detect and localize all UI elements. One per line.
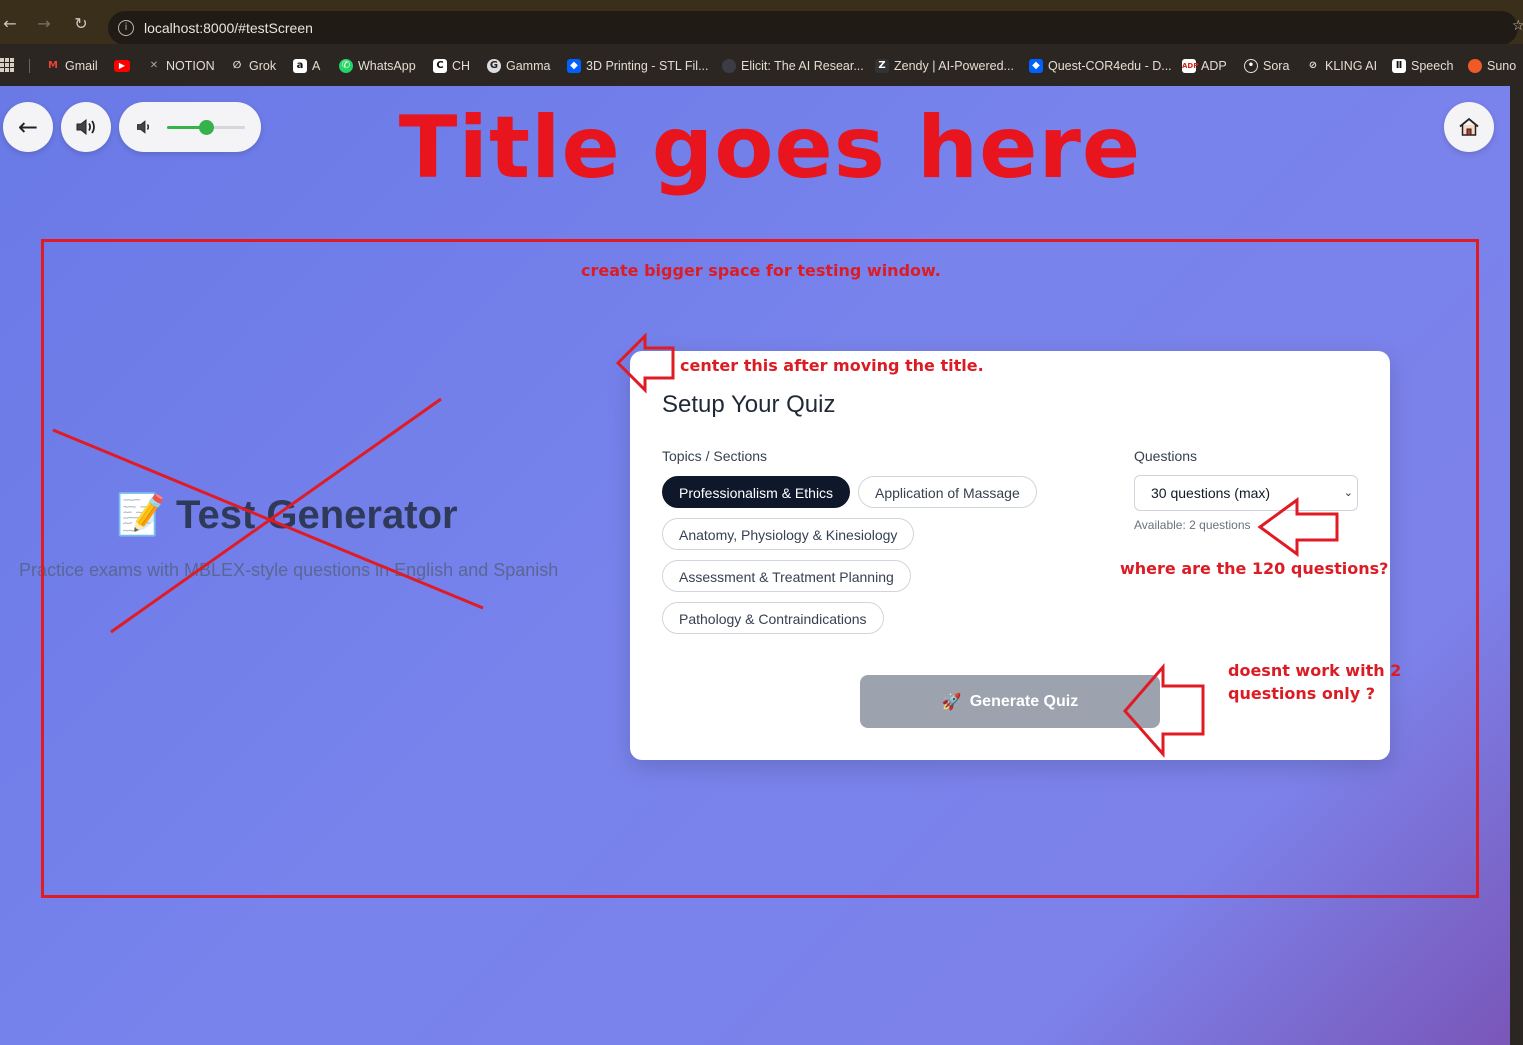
page-title: Title goes here [398,98,1142,198]
bookmark-label: NOTION [166,59,215,73]
suno-icon [1468,59,1482,73]
browser-forward-icon[interactable]: → [34,14,54,34]
annotation-generate-line2: questions only ? [1228,684,1375,703]
bookmark-amazon[interactable]: aA [293,57,320,75]
zendy-icon: Z [875,59,889,73]
bookmark-label: Quest-COR4edu - D... [1048,59,1172,73]
bookmark-label: Sora [1263,59,1290,73]
bookmark-label: 3D Printing - STL Fil... [586,59,709,73]
gmail-icon: M [48,60,58,71]
reload-icon[interactable]: ↻ [71,14,91,34]
grok-icon: ∅ [232,60,242,71]
browser-back-icon[interactable]: ← [0,14,20,34]
bookmark-notion[interactable]: ✕ NOTION [147,57,215,75]
bookmark-speech[interactable]: Ⅱ Speech [1392,57,1453,75]
sora-icon: • [1244,59,1258,73]
annotation-questions: where are the 120 questions? [1120,559,1389,578]
elicit-icon [722,59,736,73]
bookmark-3d-printing[interactable]: ◆ 3D Printing - STL Fil... [567,57,709,75]
bookmark-label: Suno [1487,59,1517,73]
bookmark-sora[interactable]: • Sora [1244,57,1289,75]
ch-icon: C [433,59,447,73]
bookmark-label: WhatsApp [358,59,416,73]
bookmark-whatsapp[interactable]: ✆ WhatsApp [339,57,416,75]
url-text: localhost:8000/#testScreen [144,20,313,36]
dropbox-icon: ◆ [567,59,581,73]
bookmarks-bar: M Gmail ▶ ✕ NOTION ∅ Grok aA ✆ WhatsApp C CH … [0,44,1523,86]
bookmark-gamma[interactable]: G Gamma [487,57,550,75]
amazon-icon: a [293,59,307,73]
scrollbar[interactable] [1510,86,1523,1045]
bookmark-kling[interactable]: ⊘ KLING AI [1306,57,1377,75]
speech-icon: Ⅱ [1392,59,1406,73]
browser-toolbar: ← → ↻ i localhost:8000/#testScreen ☆ [0,0,1523,45]
bookmark-youtube[interactable]: ▶ [114,57,130,75]
bookmark-adp[interactable]: ADP ADP [1182,57,1227,75]
kling-icon: ⊘ [1308,60,1318,71]
bookmark-label: Gamma [506,59,551,73]
bookmark-label: KLING AI [1325,59,1378,73]
adp-icon: ADP [1182,59,1198,73]
bookmark-star-icon[interactable]: ☆ [1512,18,1523,34]
notion-icon: ✕ [149,60,159,71]
home-button[interactable] [1444,102,1494,152]
site-info-icon[interactable]: i [118,20,134,36]
whatsapp-icon: ✆ [339,59,353,73]
bookmark-label: Elicit: The AI Resear... [741,59,864,73]
annotation-generate-line1: doesnt work with 2 [1228,661,1402,680]
bookmark-label: Gmail [65,59,98,73]
bookmark-label: CH [452,59,471,73]
bookmark-gmail[interactable]: M Gmail [46,57,98,75]
bookmark-label: Zendy | AI-Powered... [894,59,1014,73]
test-screen: ← Title goes here 📝 Test Generator Pract… [0,86,1510,1045]
bookmark-quest[interactable]: ◆ Quest-COR4edu - D... [1029,57,1172,75]
address-bar[interactable]: i localhost:8000/#testScreen [108,11,1518,45]
bookmark-label: ADP [1201,59,1227,73]
bookmark-grok[interactable]: ∅ Grok [230,57,276,75]
bookmark-label: Grok [249,59,277,73]
annotation-center: center this after moving the title. [680,356,984,375]
bookmark-label: Speech [1411,59,1454,73]
apps-grid-icon[interactable] [0,58,14,72]
bookmark-elicit[interactable]: Elicit: The AI Resear... [722,57,864,75]
home-icon [1459,117,1479,136]
bookmark-zendy[interactable]: Z Zendy | AI-Powered... [875,57,1014,75]
bookmarks-divider [29,59,30,73]
bookmark-ch[interactable]: C CH [433,57,470,75]
dropbox-icon: ◆ [1029,59,1043,73]
youtube-icon: ▶ [114,60,130,72]
bookmark-label: A [312,59,321,73]
annotation-bigger-space: create bigger space for testing window. [581,261,941,280]
gamma-icon: G [487,59,501,73]
bookmark-suno[interactable]: Suno [1468,57,1516,75]
